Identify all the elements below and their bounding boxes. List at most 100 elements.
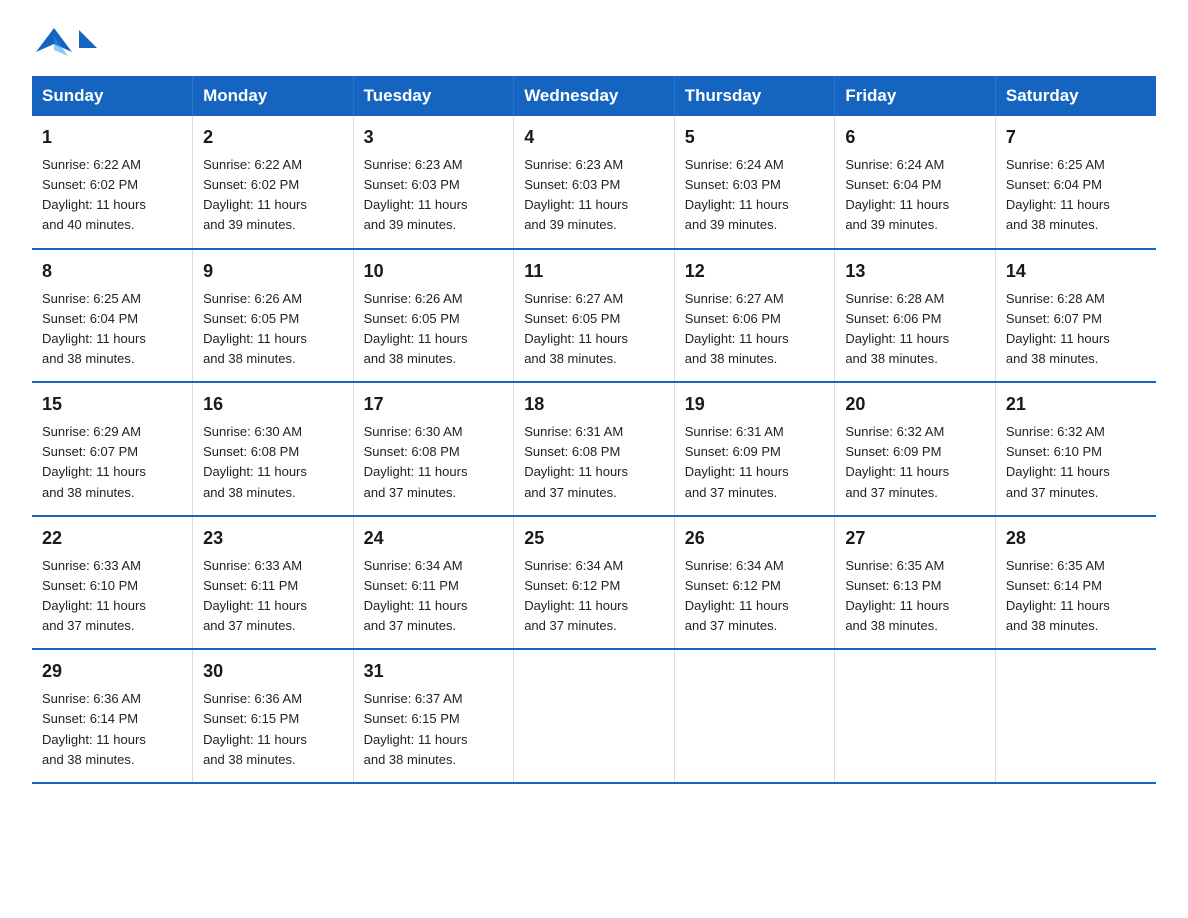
day-info: Sunrise: 6:35 AMSunset: 6:14 PMDaylight:… — [1006, 556, 1146, 637]
calendar-cell: 29 Sunrise: 6:36 AMSunset: 6:14 PMDaylig… — [32, 649, 193, 783]
day-number: 29 — [42, 658, 182, 685]
calendar-cell: 3 Sunrise: 6:23 AMSunset: 6:03 PMDayligh… — [353, 116, 514, 249]
day-info: Sunrise: 6:27 AMSunset: 6:05 PMDaylight:… — [524, 289, 664, 370]
calendar-week-2: 8 Sunrise: 6:25 AMSunset: 6:04 PMDayligh… — [32, 249, 1156, 383]
day-number: 1 — [42, 124, 182, 151]
day-number: 7 — [1006, 124, 1146, 151]
calendar-cell: 11 Sunrise: 6:27 AMSunset: 6:05 PMDaylig… — [514, 249, 675, 383]
header-row: Sunday Monday Tuesday Wednesday Thursday… — [32, 76, 1156, 116]
day-number: 13 — [845, 258, 985, 285]
calendar-cell: 24 Sunrise: 6:34 AMSunset: 6:11 PMDaylig… — [353, 516, 514, 650]
calendar-cell — [995, 649, 1156, 783]
page-header — [32, 24, 1156, 60]
day-number: 6 — [845, 124, 985, 151]
calendar-cell: 8 Sunrise: 6:25 AMSunset: 6:04 PMDayligh… — [32, 249, 193, 383]
col-saturday: Saturday — [995, 76, 1156, 116]
calendar-cell: 23 Sunrise: 6:33 AMSunset: 6:11 PMDaylig… — [193, 516, 354, 650]
col-monday: Monday — [193, 76, 354, 116]
day-number: 2 — [203, 124, 343, 151]
calendar-cell: 25 Sunrise: 6:34 AMSunset: 6:12 PMDaylig… — [514, 516, 675, 650]
calendar-cell: 1 Sunrise: 6:22 AMSunset: 6:02 PMDayligh… — [32, 116, 193, 249]
day-info: Sunrise: 6:32 AMSunset: 6:09 PMDaylight:… — [845, 422, 985, 503]
calendar-cell: 5 Sunrise: 6:24 AMSunset: 6:03 PMDayligh… — [674, 116, 835, 249]
day-info: Sunrise: 6:30 AMSunset: 6:08 PMDaylight:… — [364, 422, 504, 503]
calendar-header: Sunday Monday Tuesday Wednesday Thursday… — [32, 76, 1156, 116]
day-info: Sunrise: 6:26 AMSunset: 6:05 PMDaylight:… — [364, 289, 504, 370]
day-number: 18 — [524, 391, 664, 418]
calendar-cell: 16 Sunrise: 6:30 AMSunset: 6:08 PMDaylig… — [193, 382, 354, 516]
day-number: 21 — [1006, 391, 1146, 418]
day-info: Sunrise: 6:29 AMSunset: 6:07 PMDaylight:… — [42, 422, 182, 503]
calendar-cell: 4 Sunrise: 6:23 AMSunset: 6:03 PMDayligh… — [514, 116, 675, 249]
day-info: Sunrise: 6:36 AMSunset: 6:15 PMDaylight:… — [203, 689, 343, 770]
day-info: Sunrise: 6:36 AMSunset: 6:14 PMDaylight:… — [42, 689, 182, 770]
day-number: 17 — [364, 391, 504, 418]
calendar-week-3: 15 Sunrise: 6:29 AMSunset: 6:07 PMDaylig… — [32, 382, 1156, 516]
logo-icon — [32, 24, 76, 64]
day-number: 22 — [42, 525, 182, 552]
day-number: 4 — [524, 124, 664, 151]
day-number: 16 — [203, 391, 343, 418]
day-number: 15 — [42, 391, 182, 418]
day-number: 25 — [524, 525, 664, 552]
day-info: Sunrise: 6:27 AMSunset: 6:06 PMDaylight:… — [685, 289, 825, 370]
day-info: Sunrise: 6:25 AMSunset: 6:04 PMDaylight:… — [42, 289, 182, 370]
logo — [32, 24, 97, 60]
day-number: 5 — [685, 124, 825, 151]
col-thursday: Thursday — [674, 76, 835, 116]
col-friday: Friday — [835, 76, 996, 116]
calendar-cell: 10 Sunrise: 6:26 AMSunset: 6:05 PMDaylig… — [353, 249, 514, 383]
calendar-cell: 20 Sunrise: 6:32 AMSunset: 6:09 PMDaylig… — [835, 382, 996, 516]
col-sunday: Sunday — [32, 76, 193, 116]
calendar-cell — [674, 649, 835, 783]
day-info: Sunrise: 6:24 AMSunset: 6:04 PMDaylight:… — [845, 155, 985, 236]
day-number: 14 — [1006, 258, 1146, 285]
day-info: Sunrise: 6:37 AMSunset: 6:15 PMDaylight:… — [364, 689, 504, 770]
calendar-cell: 12 Sunrise: 6:27 AMSunset: 6:06 PMDaylig… — [674, 249, 835, 383]
day-info: Sunrise: 6:34 AMSunset: 6:11 PMDaylight:… — [364, 556, 504, 637]
day-number: 12 — [685, 258, 825, 285]
day-info: Sunrise: 6:33 AMSunset: 6:10 PMDaylight:… — [42, 556, 182, 637]
day-info: Sunrise: 6:34 AMSunset: 6:12 PMDaylight:… — [685, 556, 825, 637]
calendar-week-5: 29 Sunrise: 6:36 AMSunset: 6:14 PMDaylig… — [32, 649, 1156, 783]
calendar-cell: 9 Sunrise: 6:26 AMSunset: 6:05 PMDayligh… — [193, 249, 354, 383]
day-info: Sunrise: 6:24 AMSunset: 6:03 PMDaylight:… — [685, 155, 825, 236]
col-wednesday: Wednesday — [514, 76, 675, 116]
calendar-cell: 7 Sunrise: 6:25 AMSunset: 6:04 PMDayligh… — [995, 116, 1156, 249]
logo-triangle-icon — [79, 30, 97, 48]
day-info: Sunrise: 6:31 AMSunset: 6:08 PMDaylight:… — [524, 422, 664, 503]
day-info: Sunrise: 6:34 AMSunset: 6:12 PMDaylight:… — [524, 556, 664, 637]
day-info: Sunrise: 6:31 AMSunset: 6:09 PMDaylight:… — [685, 422, 825, 503]
day-info: Sunrise: 6:23 AMSunset: 6:03 PMDaylight:… — [364, 155, 504, 236]
calendar-week-4: 22 Sunrise: 6:33 AMSunset: 6:10 PMDaylig… — [32, 516, 1156, 650]
calendar-cell: 22 Sunrise: 6:33 AMSunset: 6:10 PMDaylig… — [32, 516, 193, 650]
day-info: Sunrise: 6:25 AMSunset: 6:04 PMDaylight:… — [1006, 155, 1146, 236]
day-info: Sunrise: 6:33 AMSunset: 6:11 PMDaylight:… — [203, 556, 343, 637]
day-info: Sunrise: 6:28 AMSunset: 6:06 PMDaylight:… — [845, 289, 985, 370]
calendar-cell: 30 Sunrise: 6:36 AMSunset: 6:15 PMDaylig… — [193, 649, 354, 783]
day-info: Sunrise: 6:22 AMSunset: 6:02 PMDaylight:… — [203, 155, 343, 236]
calendar-cell — [835, 649, 996, 783]
day-info: Sunrise: 6:28 AMSunset: 6:07 PMDaylight:… — [1006, 289, 1146, 370]
calendar-cell: 31 Sunrise: 6:37 AMSunset: 6:15 PMDaylig… — [353, 649, 514, 783]
calendar-cell: 13 Sunrise: 6:28 AMSunset: 6:06 PMDaylig… — [835, 249, 996, 383]
calendar-cell: 6 Sunrise: 6:24 AMSunset: 6:04 PMDayligh… — [835, 116, 996, 249]
day-number: 24 — [364, 525, 504, 552]
day-number: 19 — [685, 391, 825, 418]
calendar-cell: 15 Sunrise: 6:29 AMSunset: 6:07 PMDaylig… — [32, 382, 193, 516]
day-number: 9 — [203, 258, 343, 285]
calendar-cell: 17 Sunrise: 6:30 AMSunset: 6:08 PMDaylig… — [353, 382, 514, 516]
calendar-body: 1 Sunrise: 6:22 AMSunset: 6:02 PMDayligh… — [32, 116, 1156, 783]
col-tuesday: Tuesday — [353, 76, 514, 116]
day-number: 23 — [203, 525, 343, 552]
calendar-week-1: 1 Sunrise: 6:22 AMSunset: 6:02 PMDayligh… — [32, 116, 1156, 249]
day-number: 31 — [364, 658, 504, 685]
day-number: 27 — [845, 525, 985, 552]
calendar-cell: 26 Sunrise: 6:34 AMSunset: 6:12 PMDaylig… — [674, 516, 835, 650]
day-number: 11 — [524, 258, 664, 285]
day-info: Sunrise: 6:30 AMSunset: 6:08 PMDaylight:… — [203, 422, 343, 503]
calendar-cell — [514, 649, 675, 783]
day-number: 28 — [1006, 525, 1146, 552]
day-number: 26 — [685, 525, 825, 552]
day-number: 20 — [845, 391, 985, 418]
